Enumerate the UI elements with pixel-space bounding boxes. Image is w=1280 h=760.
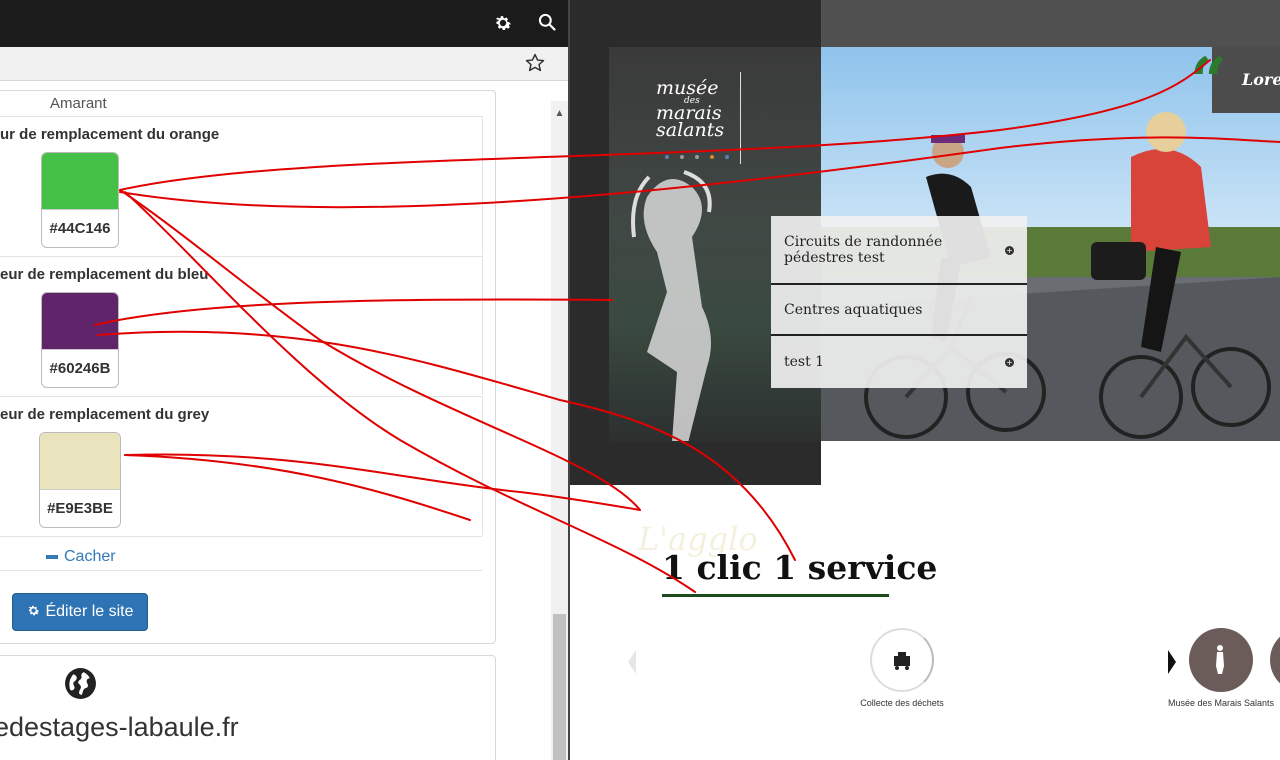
site-domain[interactable]: edestages-labaule.fr [0,712,239,743]
grey-color-swatch[interactable]: #E9E3BE [39,432,121,528]
admin-panel: Amarant ur de remplacement du orange #44… [0,0,570,760]
plus-circle-icon[interactable]: + [1005,246,1014,255]
service-waste-collection[interactable] [870,628,934,692]
gear-icon[interactable] [492,12,514,34]
globe-icon [64,667,97,700]
browser-bookmark-bar [0,47,570,81]
menu-item-centres-aquatiques[interactable]: Centres aquatiques [771,285,1027,336]
row-divider [0,256,482,257]
edit-site-button[interactable]: Éditer le site [12,593,148,631]
swatch-hex: #60246B [42,349,118,387]
museum-logo[interactable]: musée des marais salants [656,79,746,141]
orange-replacement-label: ur de remplacement du orange [0,126,220,143]
row-divider [0,116,482,117]
row-border [482,396,483,535]
menu-item-label: Circuits de randonnée pédestres test [784,233,943,266]
dot [695,155,699,159]
service-headline: 1 clic 1 service [662,548,938,587]
museum-figure-icon [1216,645,1224,674]
quote-icon: “ [1190,44,1227,119]
amarant-option: Amarant [50,95,107,112]
headline-underline [662,594,889,597]
row-divider [0,570,482,571]
row-divider [0,536,482,537]
edit-site-label: Éditer le site [45,603,134,620]
carousel-next-icon[interactable] [1168,650,1176,674]
blue-color-swatch[interactable]: #60246B [41,292,119,388]
service-label: Collecte des déchets [860,698,944,708]
scroll-up-arrow-icon[interactable]: ▲ [551,106,568,122]
orange-color-swatch[interactable]: #44C146 [41,152,119,248]
site-dropdown-menu: Circuits de randonnée pédestres test + C… [771,216,1027,388]
row-border [482,116,483,255]
logo-word: salants [656,119,725,141]
service-next-partial[interactable] [1270,628,1280,692]
search-icon[interactable] [537,12,559,34]
dot [710,155,714,159]
dot [725,155,729,159]
star-icon[interactable] [524,52,546,74]
dot [680,155,684,159]
quote-text: Lorem [1242,70,1280,89]
gear-icon [26,596,41,632]
blue-replacement-label: eur de remplacement du bleu [0,266,209,283]
swatch-hex: #E9E3BE [40,489,120,527]
grey-replacement-label: eur de remplacement du grey [0,406,210,423]
swatch-fill [40,433,120,489]
menu-item-circuits[interactable]: Circuits de randonnée pédestres test + [771,216,1027,285]
menu-item-label: Centres aquatiques [784,301,923,318]
menu-item-test-1[interactable]: test 1 + [771,336,1027,388]
minus-icon [46,554,58,559]
row-border [482,256,483,395]
truck-icon [894,652,910,670]
dot [665,155,669,159]
hide-link[interactable]: Cacher [46,548,116,566]
website-preview: musée des marais salants Circuits de ran… [570,0,1280,760]
swatch-hex: #44C146 [42,209,118,247]
service-museum[interactable] [1189,628,1253,692]
admin-top-bar [0,0,570,47]
service-label: Musée des Marais Salants [1167,698,1275,708]
scrollbar-thumb[interactable] [553,614,566,760]
logo-dots [665,146,740,164]
swatch-fill [42,153,118,209]
carousel-prev-icon[interactable] [628,650,636,674]
row-divider [0,396,482,397]
plus-circle-icon[interactable]: + [1005,358,1014,367]
hide-link-label: Cacher [64,548,116,565]
swatch-fill [42,293,118,349]
menu-item-label: test 1 [784,354,825,370]
